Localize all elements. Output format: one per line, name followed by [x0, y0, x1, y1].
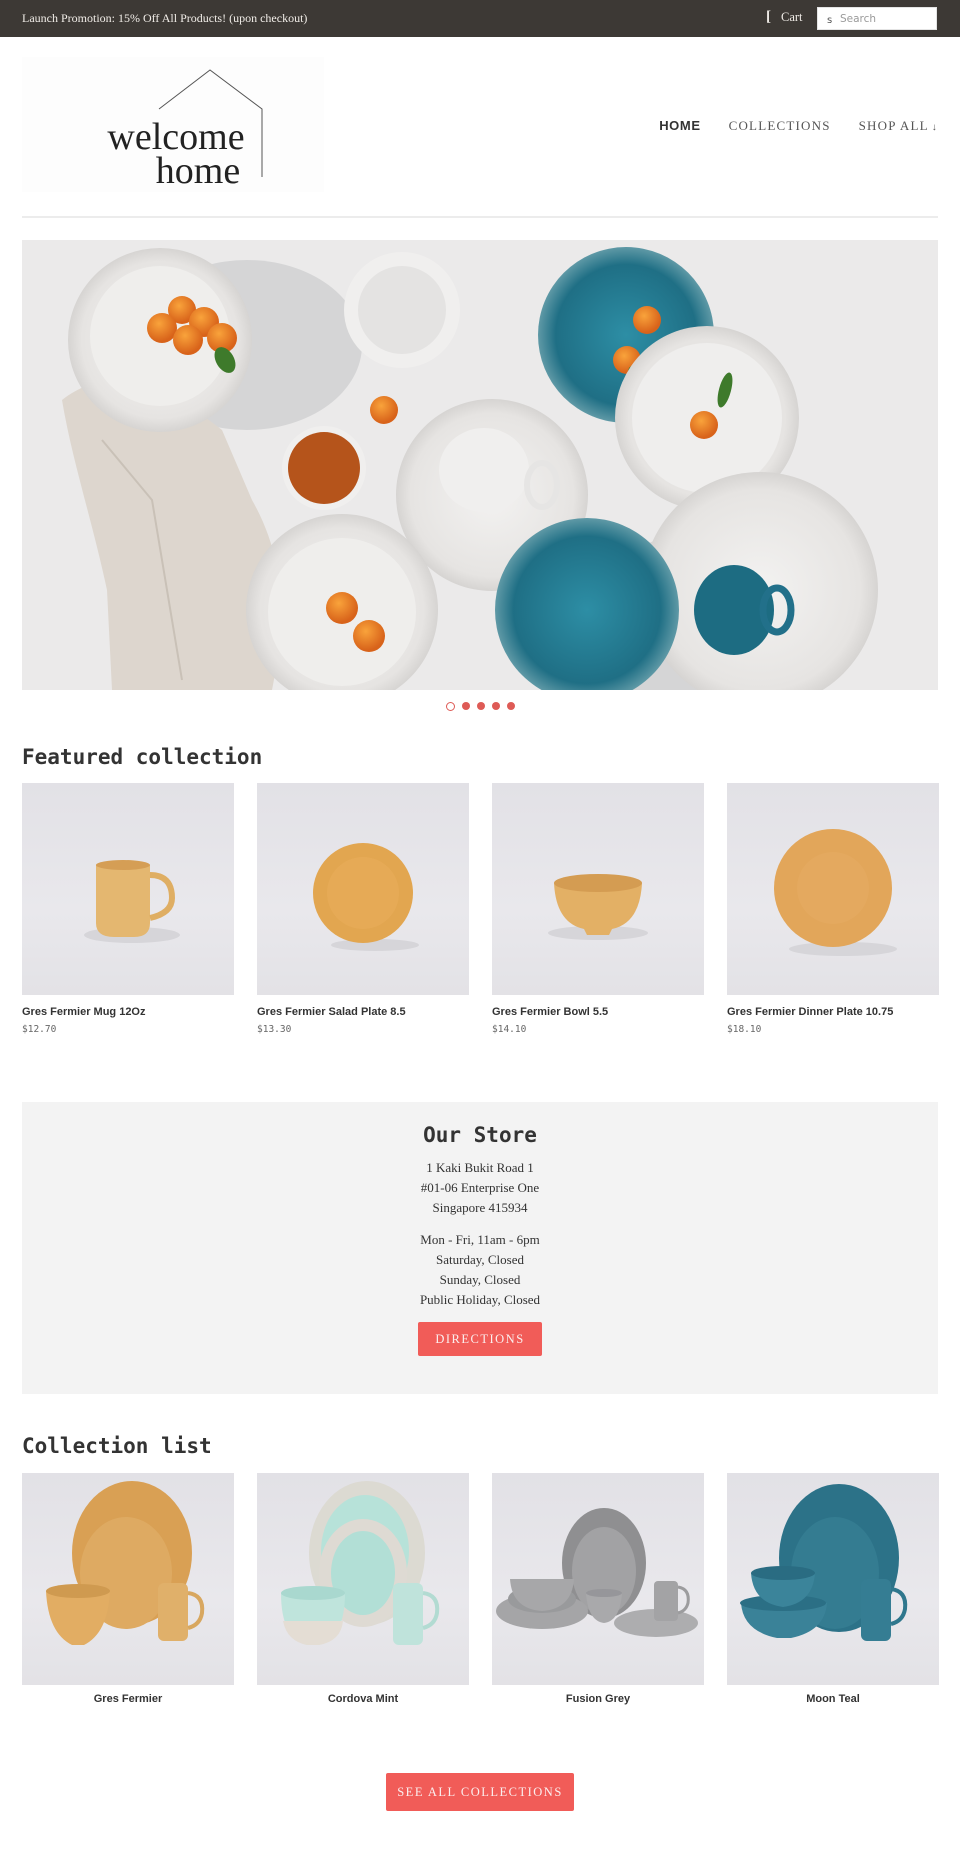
address-line: Singapore 415934: [432, 1200, 528, 1215]
hours-line: Mon - Fri, 11am - 6pm: [420, 1232, 540, 1247]
product-price: $12.70: [22, 1024, 57, 1035]
product-image-dinner-plate: [727, 783, 939, 995]
cart-icon: [: [766, 9, 771, 25]
product-image-bowl: [492, 783, 704, 995]
search-input[interactable]: [840, 10, 934, 28]
product-card[interactable]: Gres Fermier Dinner Plate 10.75 $18.10: [727, 783, 939, 1035]
collection-list-title: Collection list: [22, 1434, 212, 1458]
product-card[interactable]: Gres Fermier Salad Plate 8.5 $13.30: [257, 783, 469, 1035]
collection-image-fusion-grey: [492, 1473, 704, 1685]
slide-dot-2[interactable]: [461, 702, 470, 710]
collection-card[interactable]: Fusion Grey: [492, 1473, 704, 1705]
product-name: Gres Fermier Mug 12Oz: [22, 1006, 146, 1018]
collection-name: Gres Fermier: [93, 1693, 163, 1705]
hero-image: [22, 240, 938, 690]
nav-shop-all-label: SHOP ALL: [858, 118, 929, 133]
cart-label: Cart: [781, 10, 803, 24]
promo-text: Launch Promotion: 15% Off All Products! …: [22, 11, 308, 25]
logo[interactable]: welcome home: [22, 57, 324, 192]
logo-line2: home: [156, 150, 240, 192]
store-section: Our Store 1 Kaki Bukit Road 1 #01-06 Ent…: [22, 1102, 938, 1394]
header-divider: [22, 216, 938, 218]
slide-dot-5[interactable]: [506, 702, 515, 710]
store-hours: Mon - Fri, 11am - 6pm Saturday, Closed S…: [22, 1230, 938, 1310]
product-price: $13.30: [257, 1024, 292, 1035]
hours-line: Public Holiday, Closed: [419, 1292, 541, 1307]
product-price: $14.10: [492, 1024, 527, 1035]
featured-title: Featured collection: [22, 745, 263, 769]
directions-button[interactable]: DIRECTIONS: [418, 1322, 542, 1356]
collection-image-cordova-mint: [257, 1473, 469, 1685]
address-line: #01-06 Enterprise One: [420, 1180, 540, 1195]
house-logo-icon: welcome home: [107, 69, 263, 192]
hours-line: Sunday, Closed: [439, 1272, 521, 1287]
featured-grid: Gres Fermier Mug 12Oz $12.70 Gres Fermie…: [22, 783, 939, 1035]
store-title: Our Store: [423, 1123, 537, 1147]
slide-dot-4[interactable]: [491, 702, 500, 710]
nav-collections[interactable]: COLLECTIONS: [701, 118, 831, 134]
collection-card[interactable]: Gres Fermier: [22, 1473, 234, 1705]
product-name: Gres Fermier Dinner Plate 10.75: [727, 1006, 894, 1018]
collection-card[interactable]: Cordova Mint: [257, 1473, 469, 1705]
address-line: 1 Kaki Bukit Road 1: [426, 1160, 534, 1175]
main-nav: HOME COLLECTIONS SHOP ALL ↓: [631, 118, 938, 134]
store-address: 1 Kaki Bukit Road 1 #01-06 Enterprise On…: [22, 1158, 938, 1218]
product-card[interactable]: Gres Fermier Bowl 5.5 $14.10: [492, 783, 704, 1035]
collection-image-moon-teal: [727, 1473, 939, 1685]
announcement-bar: Launch Promotion: 15% Off All Products! …: [0, 0, 960, 37]
product-name: Gres Fermier Bowl 5.5: [492, 1006, 609, 1018]
slideshow-dots: [0, 701, 960, 711]
collection-card[interactable]: Moon Teal: [727, 1473, 939, 1705]
product-name: Gres Fermier Salad Plate 8.5: [257, 1006, 406, 1018]
nav-shop-all[interactable]: SHOP ALL ↓: [831, 118, 938, 134]
chevron-down-icon: ↓: [931, 122, 938, 133]
slide-dot-3[interactable]: [476, 702, 485, 710]
collection-image-gres-fermier: [22, 1473, 234, 1685]
product-image-mug: [22, 783, 234, 995]
collection-name: Cordova Mint: [327, 1693, 399, 1705]
collection-name: Moon Teal: [806, 1693, 860, 1705]
collection-name: Fusion Grey: [565, 1693, 631, 1705]
cart-link[interactable]: [ Cart: [766, 10, 803, 25]
search-icon: s: [827, 15, 833, 26]
nav-home[interactable]: HOME: [631, 118, 700, 134]
hours-line: Saturday, Closed: [436, 1252, 524, 1267]
product-price: $18.10: [727, 1024, 762, 1035]
product-image-salad-plate: [257, 783, 469, 995]
search-box[interactable]: s: [817, 7, 937, 30]
slide-dot-1[interactable]: [445, 701, 455, 711]
see-all-collections-button[interactable]: SEE ALL COLLECTIONS: [386, 1773, 574, 1811]
collection-grid: Gres Fermier Cordova Mint Fusion Grey Mo…: [22, 1473, 939, 1705]
hero-slide[interactable]: [22, 240, 938, 690]
product-card[interactable]: Gres Fermier Mug 12Oz $12.70: [22, 783, 234, 1035]
